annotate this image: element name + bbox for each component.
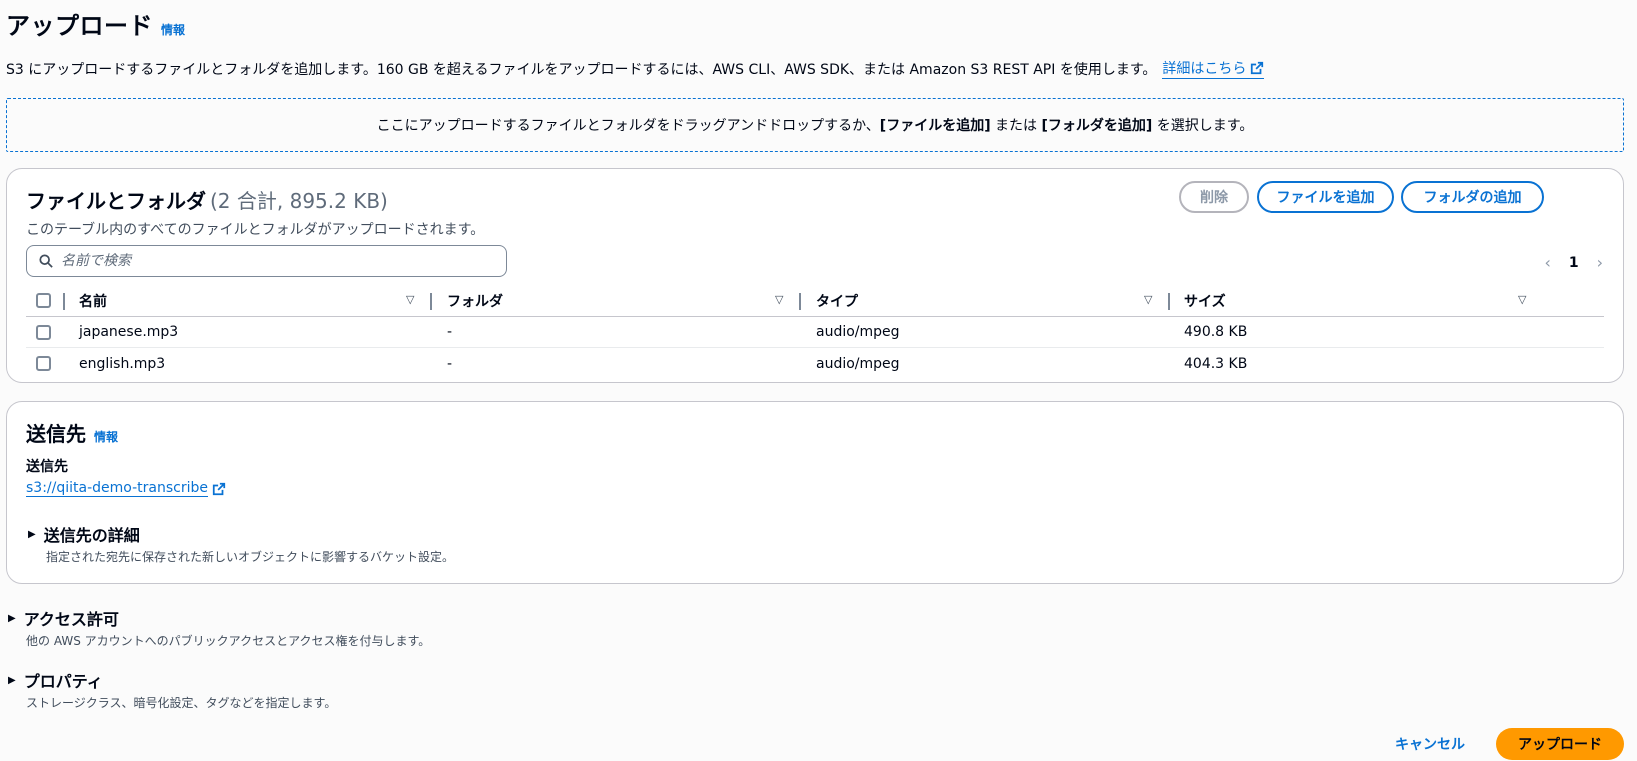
details-link-label: 詳細はこちら: [1162, 61, 1247, 77]
properties-desc: ストレージクラス、暗号化設定、タグなどを指定します。: [26, 696, 337, 710]
files-panel: ファイルとフォルダ (2 合計, 895.2 KB) このテーブル内のすべてのファ…: [6, 168, 1624, 383]
file-type: audio/mpeg: [816, 355, 900, 372]
files-title-label: ファイルとフォルダ: [26, 189, 206, 213]
row-checkbox[interactable]: [36, 356, 51, 371]
dropzone-add-folder: [フォルダを追加]: [1041, 118, 1153, 134]
dropzone-add-files: [ファイルを追加]: [879, 118, 991, 134]
column-header-name[interactable]: 名前: [79, 285, 107, 316]
file-size: 404.3 KB: [1184, 355, 1248, 372]
dropzone-text-after: を選択します。: [1152, 118, 1254, 134]
table-row: japanese.mp3 - audio/mpeg 490.8 KB: [26, 317, 1604, 348]
caret-right-icon: ▶: [8, 674, 16, 686]
add-files-button[interactable]: ファイルを追加: [1257, 181, 1394, 213]
chevron-right-icon[interactable]: ›: [1597, 253, 1603, 272]
chevron-left-icon[interactable]: ‹: [1544, 253, 1550, 272]
destination-details-desc: 指定された宛先に保存された新しいオブジェクトに影響するバケット設定。: [46, 550, 455, 564]
column-divider[interactable]: [1168, 293, 1170, 310]
destination-details-toggle[interactable]: ▶ 送信先の詳細: [28, 522, 454, 546]
column-divider[interactable]: [799, 293, 801, 310]
drop-zone[interactable]: ここにアップロードするファイルとフォルダをドラッグアンドドロップするか、 [ファ…: [6, 98, 1624, 152]
files-count: (2 合計, 895.2 KB): [210, 189, 388, 213]
column-header-folder[interactable]: フォルダ: [447, 285, 503, 316]
file-name: english.mp3: [79, 355, 166, 372]
description-text: S3 にアップロードするファイルとフォルダを追加します。160 GB を超えるフ…: [6, 61, 1157, 78]
files-title: ファイルとフォルダ (2 合計, 895.2 KB): [26, 185, 388, 214]
destination-details-title: 送信先の詳細: [43, 526, 140, 545]
external-link-icon: [212, 482, 226, 495]
destination-panel: 送信先 情報 送信先 s3://qiita-demo-transcribe ▶ …: [6, 401, 1624, 584]
column-divider[interactable]: [430, 293, 432, 310]
table-row: english.mp3 - audio/mpeg 404.3 KB: [26, 348, 1604, 379]
sort-icon[interactable]: ▽: [1144, 293, 1152, 306]
destination-title: 送信先 情報: [26, 418, 118, 447]
search-input[interactable]: [61, 253, 481, 269]
caret-right-icon: ▶: [28, 528, 36, 540]
sort-icon[interactable]: ▽: [1518, 293, 1526, 306]
destination-title-label: 送信先: [26, 422, 86, 446]
destination-label: 送信先: [26, 459, 68, 475]
table-header: 名前 ▽ フォルダ ▽ タイプ ▽ サイズ ▽: [26, 285, 1604, 317]
destination-info-link[interactable]: 情報: [94, 428, 118, 445]
file-type: audio/mpeg: [816, 324, 900, 340]
properties-toggle[interactable]: ▶ プロパティ: [8, 668, 336, 692]
page-description: S3 にアップロードするファイルとフォルダを追加します。160 GB を超えるフ…: [6, 58, 1265, 79]
add-folder-button[interactable]: フォルダの追加: [1401, 181, 1544, 213]
delete-button[interactable]: 削除: [1179, 181, 1249, 213]
column-header-type[interactable]: タイプ: [816, 285, 858, 316]
destination-link[interactable]: s3://qiita-demo-transcribe: [26, 480, 226, 497]
info-link[interactable]: 情報: [161, 21, 185, 38]
row-checkbox[interactable]: [36, 324, 51, 340]
file-name: japanese.mp3: [79, 324, 179, 340]
file-folder: -: [447, 355, 453, 372]
column-header-size[interactable]: サイズ: [1184, 285, 1226, 316]
access-section: ▶ アクセス許可 他の AWS アカウントへのパブリックアクセスとアクセス権を付…: [8, 606, 430, 649]
properties-section: ▶ プロパティ ストレージクラス、暗号化設定、タグなどを指定します。: [8, 668, 336, 711]
file-size: 490.8 KB: [1184, 324, 1248, 340]
search-icon: [39, 254, 53, 268]
files-table: 名前 ▽ フォルダ ▽ タイプ ▽ サイズ ▽ japanese.mp3 - a…: [26, 285, 1604, 379]
caret-right-icon: ▶: [8, 612, 16, 624]
access-toggle[interactable]: ▶ アクセス許可: [8, 606, 430, 630]
dropzone-text-before: ここにアップロードするファイルとフォルダをドラッグアンドドロップするか、: [376, 118, 880, 134]
cancel-button[interactable]: キャンセル: [1380, 728, 1480, 760]
select-all-checkbox[interactable]: [36, 293, 51, 308]
page-title: アップロード: [6, 12, 153, 40]
pagination: ‹ 1 ›: [1544, 253, 1603, 272]
destination-details-section: ▶ 送信先の詳細 指定された宛先に保存された新しいオブジェクトに影響するバケット…: [28, 522, 454, 565]
page-header: アップロード 情報: [6, 6, 185, 41]
access-title: アクセス許可: [23, 610, 119, 629]
column-divider: [63, 293, 65, 310]
page-number[interactable]: 1: [1569, 255, 1579, 271]
dropzone-text-middle: または: [990, 118, 1042, 134]
sort-icon[interactable]: ▽: [775, 293, 783, 306]
upload-button[interactable]: アップロード: [1496, 728, 1624, 760]
details-link[interactable]: 詳細はこちら: [1162, 58, 1265, 79]
search-box: [26, 245, 507, 277]
properties-title: プロパティ: [23, 672, 103, 691]
sort-icon[interactable]: ▽: [406, 293, 414, 306]
external-link-icon: [1251, 61, 1264, 75]
destination-link-label: s3://qiita-demo-transcribe: [26, 480, 208, 497]
file-folder: -: [447, 324, 453, 340]
files-subtitle: このテーブル内のすべてのファイルとフォルダがアップロードされます。: [26, 222, 485, 238]
access-desc: 他の AWS アカウントへのパブリックアクセスとアクセス権を付与します。: [26, 634, 431, 648]
